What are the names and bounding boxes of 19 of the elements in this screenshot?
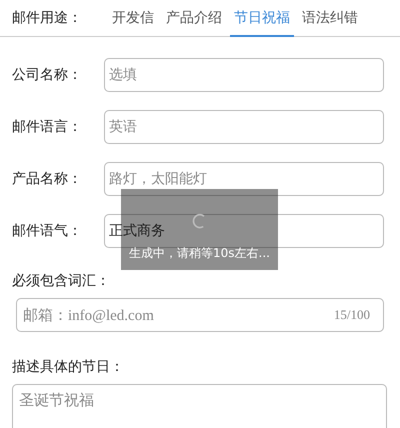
field-label: 描述具体的节日： <box>12 358 125 376</box>
tab[interactable]: 开发信 <box>108 0 158 37</box>
input-field[interactable]: 英语 <box>104 110 384 144</box>
text-area[interactable]: 圣诞节祝福 <box>12 384 387 428</box>
loading-message: 生成中，请稍等10s左右... <box>129 245 270 262</box>
spinner-icon <box>192 213 208 229</box>
purpose-label: 邮件用途： <box>12 9 83 27</box>
tab[interactable]: 产品介绍 <box>162 0 226 37</box>
field-label: 邮件语言： <box>12 118 83 136</box>
field-label: 公司名称： <box>12 66 83 84</box>
input-field[interactable]: 选填 <box>104 58 384 92</box>
input-field[interactable]: 正式商务 <box>104 214 384 248</box>
tab[interactable]: 语法纠错 <box>298 0 362 37</box>
character-counter: 15/100 <box>334 307 370 323</box>
field-label: 邮件语气： <box>12 222 83 240</box>
input-field[interactable]: 路灯，太阳能灯 <box>104 162 384 196</box>
field-label: 必须包含词汇： <box>12 272 111 290</box>
field-label: 产品名称： <box>12 170 83 188</box>
tab[interactable]: 节日祝福 <box>230 0 294 37</box>
